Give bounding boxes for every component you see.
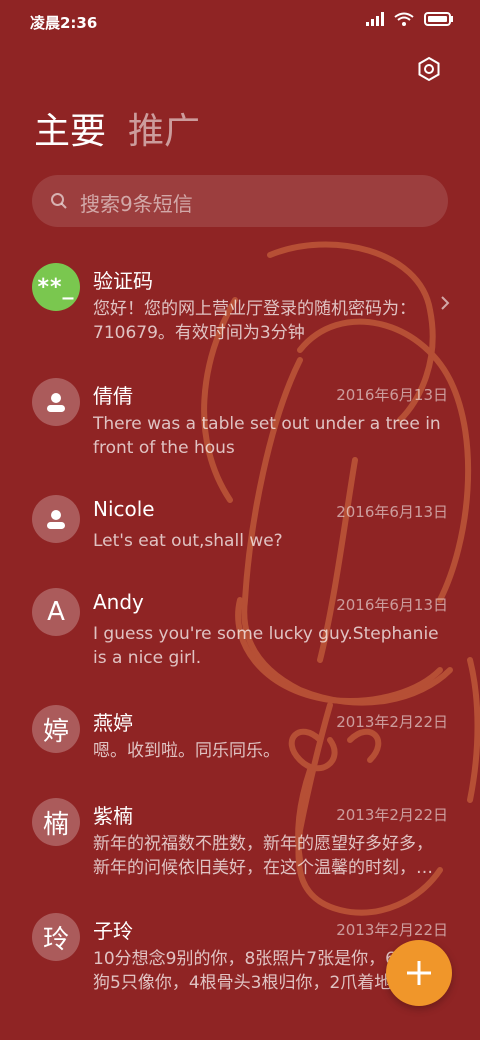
avatar: 婷 [32,705,80,753]
search-input[interactable]: 搜索9条短信 [32,175,448,227]
message-item-qianqian[interactable]: 倩倩 2016年6月13日 There was a table set out … [0,360,480,470]
message-date: 2013年2月22日 [336,806,448,824]
message-item-nicole[interactable]: Nicole 2016年6月13日 Let's eat out,shall we… [0,477,480,567]
sender-name: Andy [93,590,144,614]
sender-name: 验证码 [93,269,153,293]
message-preview: I guess you're some lucky guy.Stephanie … [93,624,439,668]
sender-name: Nicole [93,497,155,521]
settings-icon [418,56,440,82]
chevron-right-icon [441,296,450,310]
message-item-zinan[interactable]: 楠 紫楠 2013年2月22日 新年的祝福数不胜数，新年的愿望好多好多，新年的问… [0,780,480,890]
person-icon [47,510,65,529]
sender-name: 子玲 [93,919,133,943]
tab-promotions[interactable]: 推广 [128,110,200,154]
avatar: 玲 [32,913,80,961]
search-icon [51,193,67,209]
signal-icon [366,12,384,26]
message-preview: 新年的祝福数不胜数，新年的愿望好多好多，新年的问候依旧美好，在这个温馨的时刻，… [93,834,433,878]
sender-name: 紫楠 [93,804,133,828]
battery-icon [424,12,453,26]
message-item-andy[interactable]: A Andy 2016年6月13日 I guess you're some lu… [0,570,480,680]
message-item-yanting[interactable]: 婷 燕婷 2013年2月22日 嗯。收到啦。同乐同乐。 [0,687,480,777]
message-date: 2016年6月13日 [336,596,448,614]
message-date: 2016年6月13日 [336,503,448,521]
avatar [32,495,80,543]
avatar [32,378,80,426]
status-time: 凌晨2:36 [30,14,98,32]
settings-button[interactable] [416,56,442,82]
person-icon [47,393,65,412]
message-preview: Let's eat out,shall we? [93,531,283,551]
message-date: 2016年6月13日 [336,386,448,404]
status-bar: 凌晨2:36 [0,0,480,44]
search-placeholder: 搜索9条短信 [80,192,193,216]
avatar: A [32,588,80,636]
compose-button[interactable] [386,940,452,1006]
message-date: 2013年2月22日 [336,921,448,939]
message-preview: 您好！您的网上营业厅登录的随机密码为：710679。有效时间为3分钟 [93,299,416,343]
avatar: **_ [32,263,80,311]
plus-icon [407,961,431,985]
tab-bar: 主要 推广 [34,110,200,154]
message-preview: 嗯。收到啦。同乐同乐。 [93,741,280,761]
tab-primary[interactable]: 主要 [34,110,106,154]
sender-name: 倩倩 [93,384,133,408]
wifi-icon [394,12,414,26]
message-item-verification[interactable]: **_ 验证码 您好！您的网上营业厅登录的随机密码为：710679。有效时间为3… [0,245,480,353]
message-date: 2013年2月22日 [336,713,448,731]
message-preview: There was a table set out under a tree i… [93,414,441,458]
sender-name: 燕婷 [93,711,133,735]
avatar: 楠 [32,798,80,846]
